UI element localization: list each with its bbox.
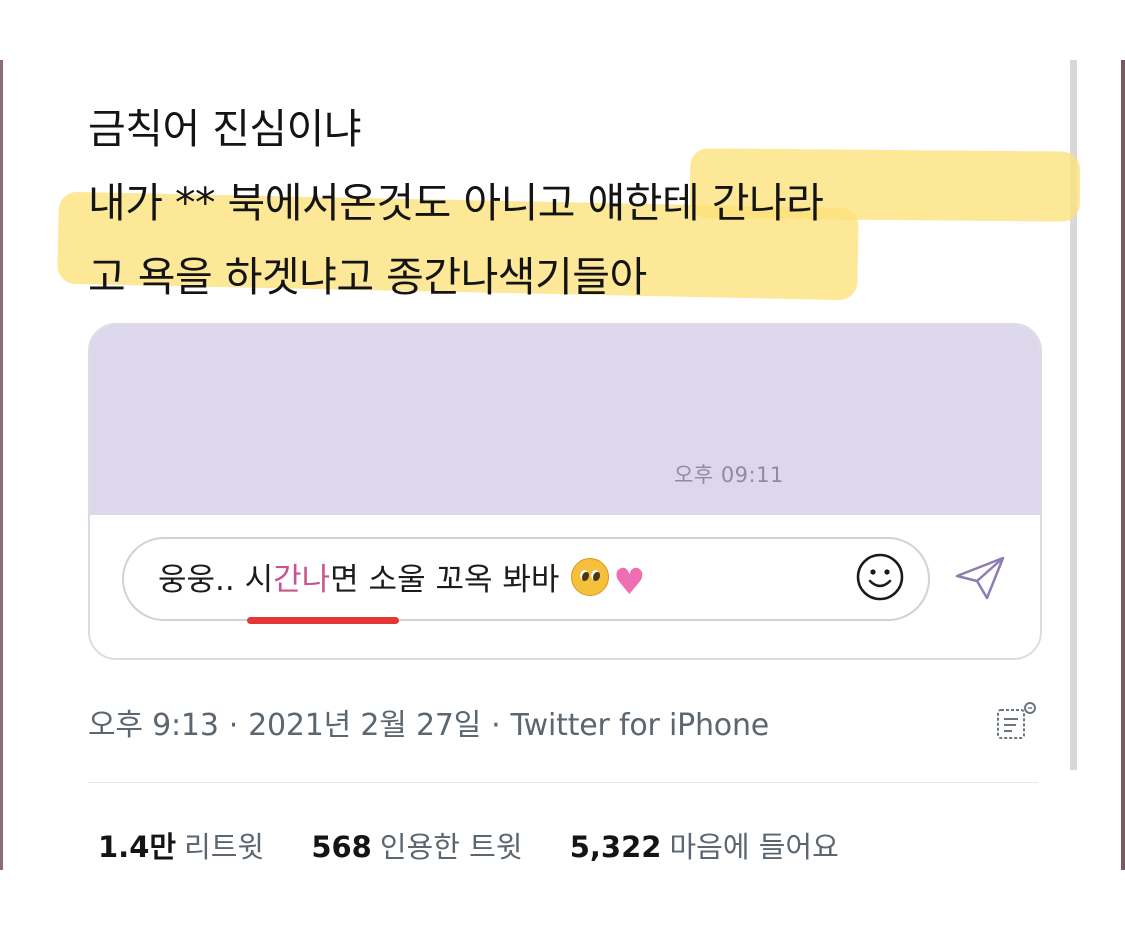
chat-background <box>90 325 1040 515</box>
chat-input-field: 웅웅.. 시간나면 소울 꼬옥 봐바 ♥ <box>122 537 930 621</box>
quote-label: 인용한 트윗 <box>379 830 523 864</box>
emoji-smiley-icon <box>856 553 904 601</box>
tweet-date: 2021년 2월 27일 <box>248 708 482 743</box>
retweet-count-link[interactable]: 1.4만 리트윗 <box>98 830 264 864</box>
screenshot-left-edge <box>0 60 3 870</box>
chat-message-text: 웅웅.. 시간나면 소울 꼬옥 봐바 ♥ <box>158 558 646 603</box>
retweet-label: 리트윗 <box>184 830 265 864</box>
meta-separator: · <box>491 708 501 743</box>
pleading-face-icon <box>571 558 610 596</box>
tweet-line-3: 고 욕을 하겟냐고 종간나색기들아 <box>88 253 647 301</box>
meta-separator: · <box>228 708 239 743</box>
like-count: 5,322 <box>569 830 662 864</box>
tweet-stats: 1.4만 리트윗 568 인용한 트윗 5,322 마음에 들어요 <box>98 824 877 866</box>
send-paper-plane-icon <box>955 556 1005 600</box>
tweet-line-1: 금칙어 진심이냐 <box>88 105 362 153</box>
tweet-text: 금칙어 진심이냐 내가 ** 북에서온것도 아니고 얘한테 간나라 고 욕을 하… <box>88 92 1068 314</box>
message-highlighted-word: 간나 <box>273 562 331 598</box>
tweet-source-link[interactable]: Twitter for iPhone <box>511 708 770 743</box>
bottom-margin <box>0 870 1125 944</box>
like-count-link[interactable]: 5,322 마음에 들어요 <box>570 830 839 864</box>
tweet-analytics-icon[interactable] <box>994 700 1040 742</box>
tweet-line-2: 내가 ** 북에서온것도 아니고 얘한테 간나라 <box>88 179 824 227</box>
tweet-time: 오후 9:13 <box>88 708 219 743</box>
message-text-end: 면 소울 꼬옥 봐바 <box>330 562 560 598</box>
screenshot-right-edge <box>1121 60 1125 870</box>
like-label: 마음에 들어요 <box>669 830 839 864</box>
chat-timestamp: 오후 09:11 <box>674 463 784 487</box>
retweet-count: 1.4만 <box>98 830 177 864</box>
attached-chat-screenshot[interactable]: 오후 09:11 웅웅.. 시간나면 소울 꼬옥 봐바 ♥ <box>88 323 1042 660</box>
pink-heart-icon: ♥ <box>613 562 646 603</box>
quote-count-link[interactable]: 568 인용한 트윗 <box>311 830 522 864</box>
quote-count: 568 <box>311 830 372 864</box>
tweet-meta: 오후 9:13 · 2021년 2월 27일 · Twitter for iPhone <box>88 700 769 744</box>
message-text-start: 웅웅.. 시 <box>158 562 274 598</box>
divider <box>88 782 1038 783</box>
red-underline-mark <box>247 617 399 624</box>
